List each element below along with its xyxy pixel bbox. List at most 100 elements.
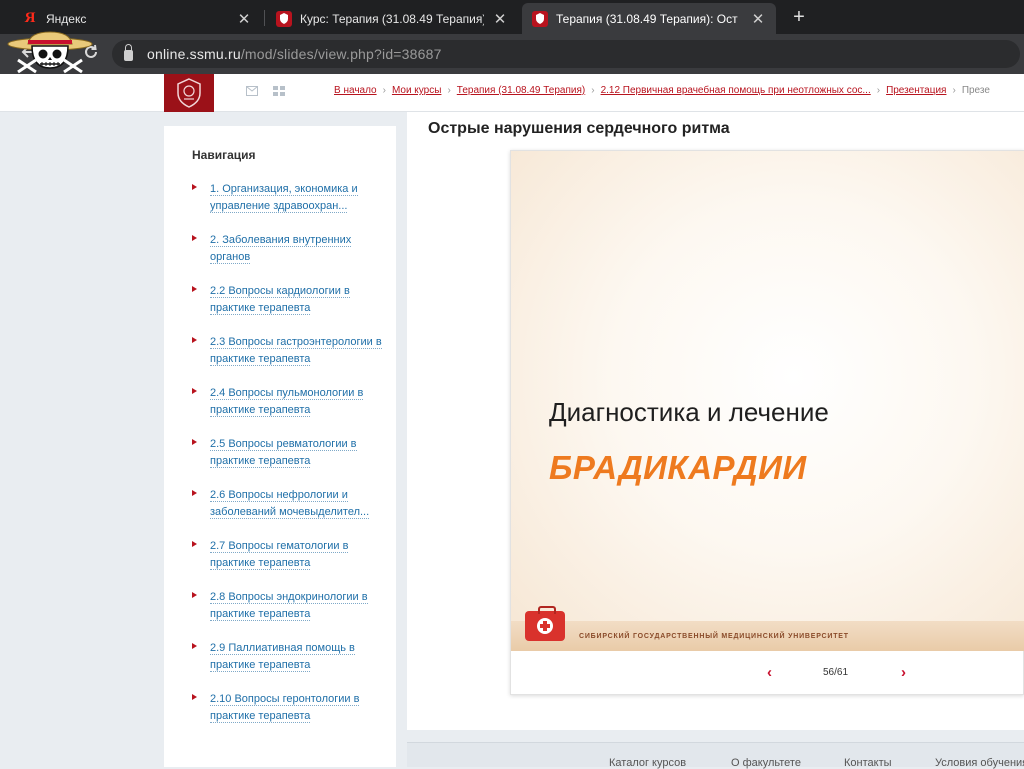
slide-university-name: СИБИРСКИЙ ГОСУДАРСТВЕННЫЙ МЕДИЦИНСКИЙ УН… (579, 633, 849, 640)
bullet-arrow-icon (192, 235, 197, 241)
nav-link[interactable]: 2.2 Вопросы кардиологии в практике терап… (210, 283, 382, 317)
slide-counter: 56/61 (823, 667, 849, 678)
previous-slide-button[interactable]: ‹ (767, 664, 772, 681)
footer-link-contacts[interactable]: Контакты (844, 757, 892, 769)
breadcrumb-course[interactable]: Терапия (31.08.49 Терапия) (457, 85, 585, 96)
university-crest-icon (177, 78, 201, 108)
bullet-arrow-icon (192, 541, 197, 547)
nav-item: 2.10 Вопросы геронтологии в практике тер… (192, 691, 382, 725)
breadcrumb-separator: › (382, 85, 386, 96)
nav-link[interactable]: 2.3 Вопросы гастроэнтерологии в практике… (210, 334, 382, 368)
nav-item: 2.4 Вопросы пульмонологии в практике тер… (192, 385, 382, 419)
medical-cross-icon (537, 618, 553, 634)
nav-link[interactable]: 2.9 Паллиативная помощь в практике терап… (210, 640, 382, 674)
bullet-arrow-icon (192, 388, 197, 394)
tab-title: Курс: Терапия (31.08.49 Терапия) (300, 11, 484, 26)
url-host: online.ssmu.ru (147, 46, 241, 62)
nav-link-label: 2.8 Вопросы эндокринологии в практике те… (210, 591, 368, 621)
nav-item: 1. Организация, экономика и управление з… (192, 181, 382, 215)
breadcrumb-presentation[interactable]: Презентация (886, 85, 946, 96)
tab-divider (264, 10, 265, 26)
nav-item: 2.2 Вопросы кардиологии в практике терап… (192, 283, 382, 317)
tab-presentation[interactable]: Терапия (31.08.49 Терапия): Ост ✕ (522, 3, 776, 34)
url-path: /mod/slides/view.php?id=38687 (240, 46, 442, 62)
slide-pager: ‹ 56/61 › (511, 651, 1024, 696)
nav-link-label: 2.10 Вопросы геронтологии в практике тер… (210, 693, 360, 723)
breadcrumb-separator: › (447, 85, 451, 96)
bullet-arrow-icon (192, 694, 197, 700)
bullet-arrow-icon (192, 337, 197, 343)
footer-link-terms[interactable]: Условия обучения (935, 757, 1024, 769)
nav-item: 2. Заболевания внутренних органов (192, 232, 382, 266)
nav-link[interactable]: 2.6 Вопросы нефрологии и заболеваний моч… (210, 487, 382, 521)
university-logo[interactable] (164, 74, 214, 112)
bullet-arrow-icon (192, 643, 197, 649)
nav-item: 2.6 Вопросы нефрологии и заболеваний моч… (192, 487, 382, 521)
slide-image: Диагностика и лечение БРАДИКАРДИИ СИБИРС… (511, 151, 1024, 651)
page-title: Острые нарушения сердечного ритма (428, 120, 730, 137)
nav-item: 2.7 Вопросы гематологии в практике терап… (192, 538, 382, 572)
address-bar: online.ssmu.ru/mod/slides/view.php?id=38… (0, 34, 1024, 74)
browser-tabstrip: Я Яндекс ✕ Курс: Терапия (31.08.49 Терап… (0, 0, 1024, 34)
straw-hat-skull-icon (7, 31, 93, 74)
footer-link-about[interactable]: О факультете (731, 757, 801, 769)
university-crest-icon (532, 10, 548, 27)
slide-title: Диагностика и лечение (549, 397, 829, 427)
close-icon[interactable]: ✕ (750, 10, 766, 28)
navigation-block: Навигация 1. Организация, экономика и уп… (164, 126, 396, 767)
yandex-icon: Я (24, 10, 36, 26)
main-content: Острые нарушения сердечного ритма Диагно… (407, 112, 1024, 730)
slide-accent-title: БРАДИКАРДИИ (549, 449, 807, 486)
nav-link-label: 2.9 Паллиативная помощь в практике терап… (210, 642, 355, 672)
nav-link[interactable]: 2.4 Вопросы пульмонологии в практике тер… (210, 385, 382, 419)
breadcrumb-separator: › (591, 85, 595, 96)
breadcrumb-section[interactable]: 2.12 Первичная врачебная помощь при неот… (601, 85, 871, 96)
nav-item: 2.3 Вопросы гастроэнтерологии в практике… (192, 334, 382, 368)
nav-link-label: 2.2 Вопросы кардиологии в практике терап… (210, 285, 350, 315)
bullet-arrow-icon (192, 439, 197, 445)
nav-item: 2.5 Вопросы ревматологии в практике тера… (192, 436, 382, 470)
nav-link-label: 2.6 Вопросы нефрологии и заболеваний моч… (210, 489, 370, 519)
close-icon[interactable]: ✕ (492, 10, 508, 28)
slide-viewer: Диагностика и лечение БРАДИКАРДИИ СИБИРС… (510, 150, 1024, 695)
tab-course[interactable]: Курс: Терапия (31.08.49 Терапия) ✕ (266, 3, 518, 34)
breadcrumb: В начало › Мои курсы › Терапия (31.08.49 Тер… (334, 85, 990, 96)
nav-link[interactable]: 2.8 Вопросы эндокринологии в практике те… (210, 589, 382, 623)
university-crest-icon (276, 10, 292, 27)
bullet-arrow-icon (192, 286, 197, 292)
nav-link-label: 2. Заболевания внутренних органов (210, 234, 352, 264)
nav-item: 2.8 Вопросы эндокринологии в практике те… (192, 589, 382, 623)
nav-link[interactable]: 2. Заболевания внутренних органов (210, 232, 382, 266)
navigation-list: 1. Организация, экономика и управление з… (192, 181, 382, 742)
next-slide-button[interactable]: › (901, 664, 906, 681)
grid-icon[interactable] (273, 86, 285, 96)
first-aid-kit-icon (525, 606, 565, 641)
site-footer: Каталог курсов О факультете Контакты Усл… (407, 742, 1024, 769)
breadcrumb-separator: › (876, 85, 881, 96)
tab-title: Терапия (31.08.49 Терапия): Ост (556, 11, 738, 26)
mail-icon[interactable] (246, 86, 258, 96)
nav-link[interactable]: 1. Организация, экономика и управление з… (210, 181, 382, 215)
nav-link-label: 2.4 Вопросы пульмонологии в практике тер… (210, 387, 364, 417)
breadcrumb-my-courses[interactable]: Мои курсы (392, 85, 442, 96)
nav-link-label: 2.7 Вопросы гематологии в практике терап… (210, 540, 349, 570)
tab-title: Яндекс (46, 11, 87, 26)
bullet-arrow-icon (192, 592, 197, 598)
breadcrumb-separator: › (952, 85, 956, 96)
nav-link-label: 1. Организация, экономика и управление з… (210, 183, 358, 213)
nav-link[interactable]: 2.7 Вопросы гематологии в практике терап… (210, 538, 382, 572)
nav-item: 2.9 Паллиативная помощь в практике терап… (192, 640, 382, 674)
new-tab-button[interactable]: + (788, 6, 810, 29)
lock-icon (124, 44, 133, 61)
nav-link-label: 2.5 Вопросы ревматологии в практике тера… (210, 438, 357, 468)
url-text: online.ssmu.ru/mod/slides/view.php?id=38… (147, 46, 442, 62)
url-field[interactable]: online.ssmu.ru/mod/slides/view.php?id=38… (112, 40, 1020, 68)
nav-link[interactable]: 2.5 Вопросы ревматологии в практике тера… (210, 436, 382, 470)
bullet-arrow-icon (192, 490, 197, 496)
nav-link-label: 2.3 Вопросы гастроэнтерологии в практике… (210, 336, 382, 366)
nav-link[interactable]: 2.10 Вопросы геронтологии в практике тер… (210, 691, 382, 725)
footer-link-catalog[interactable]: Каталог курсов (609, 757, 686, 769)
close-icon[interactable]: ✕ (236, 10, 252, 28)
navigation-title: Навигация (192, 148, 256, 162)
breadcrumb-home[interactable]: В начало (334, 85, 377, 96)
